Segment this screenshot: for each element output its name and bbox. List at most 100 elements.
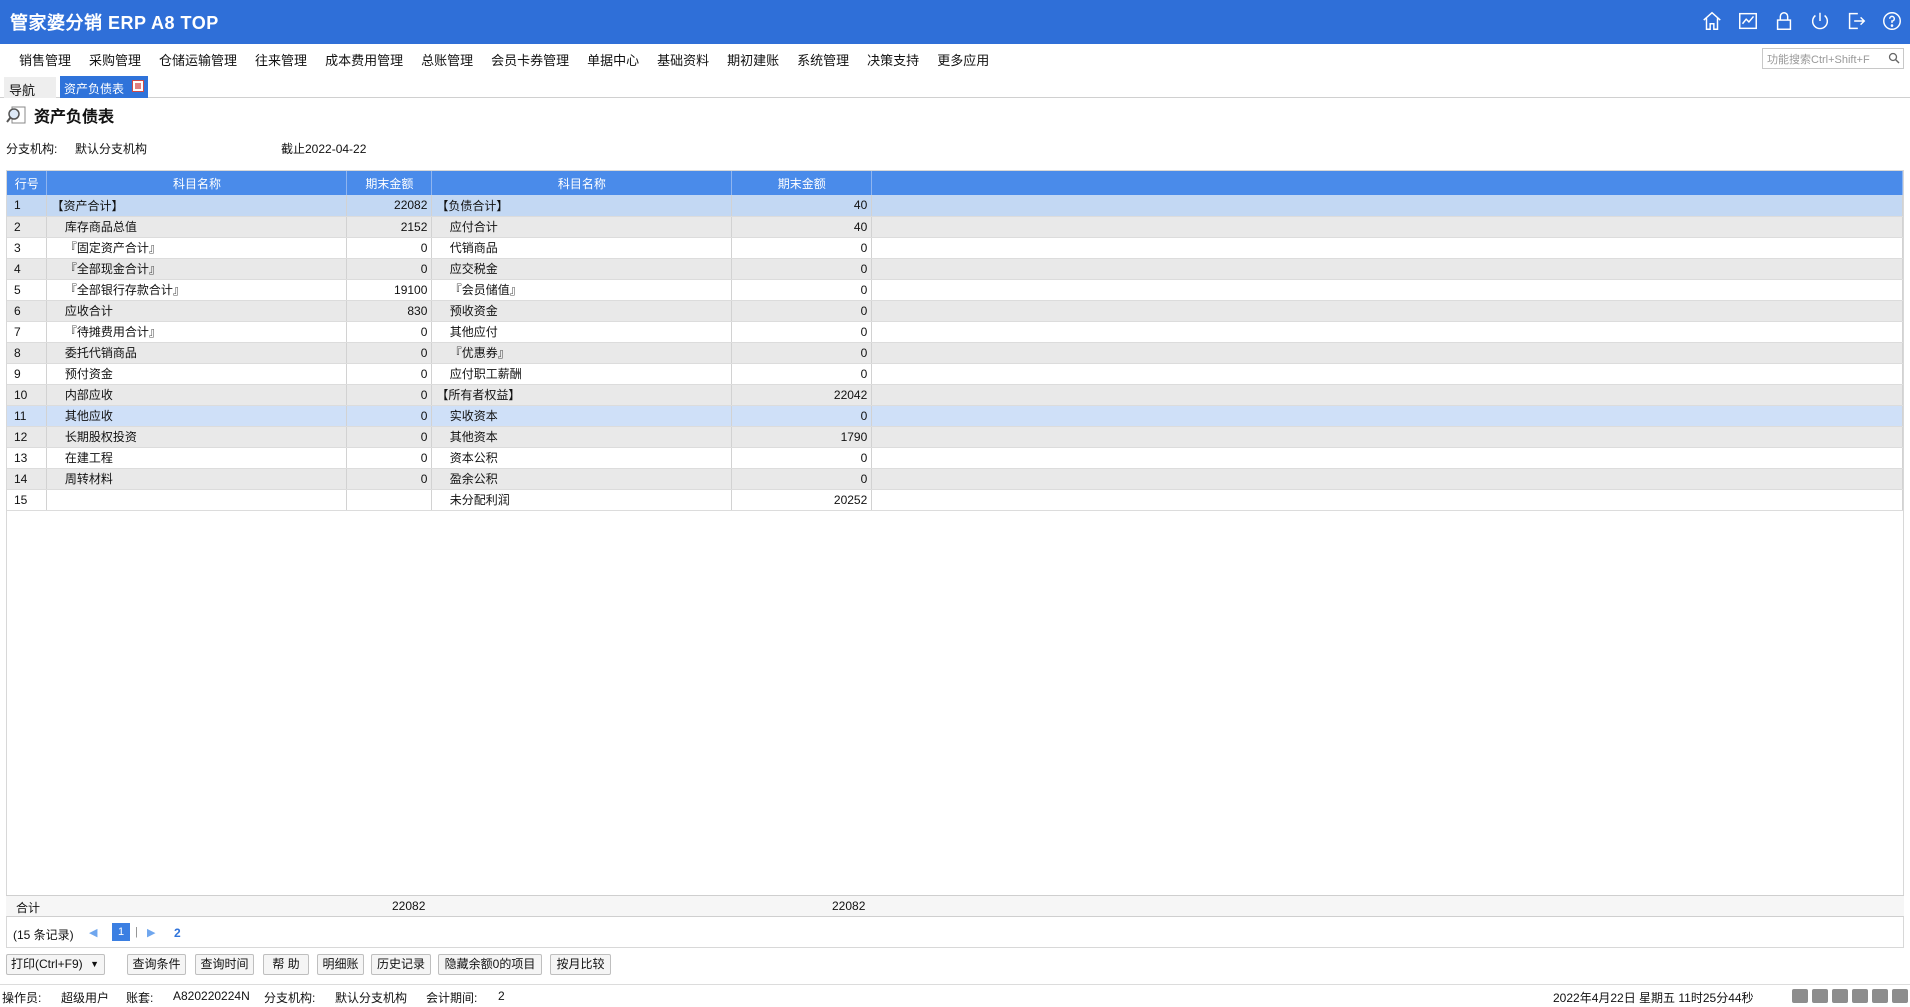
filler-cell [871, 321, 1903, 343]
filler-cell [871, 342, 1903, 364]
menu-item-sales[interactable]: 销售管理 [10, 50, 80, 69]
menu-item-system[interactable]: 系统管理 [788, 50, 858, 69]
filler-cell [871, 447, 1903, 469]
logout-icon[interactable] [1844, 9, 1868, 33]
liab-amount: 0 [731, 363, 873, 385]
menu-item-more[interactable]: 更多应用 [928, 50, 998, 69]
table-row[interactable]: 12 长期股权投资 0 其他资本 1790 [7, 426, 1903, 448]
bottom-toolbar: 打印(Ctrl+F9) ▼ 查询条件 查询时间 帮 助 明细账 历史记录 隐藏余… [0, 950, 1910, 978]
asset-amount: 0 [346, 342, 433, 364]
table-row[interactable]: 5 『全部银行存款合计』 19100 『会员储值』 0 [7, 279, 1903, 301]
col-header-rowno[interactable]: 行号 [7, 171, 48, 195]
table-row[interactable]: 9 预付资金 0 应付职工薪酬 0 [7, 363, 1903, 385]
menu-item-documents[interactable]: 单据中心 [578, 50, 648, 69]
table-row[interactable]: 4 『全部现金合计』 0 应交税金 0 [7, 258, 1903, 280]
col-header-asset-amount[interactable]: 期末金额 [346, 171, 433, 195]
liab-amount: 40 [731, 195, 873, 217]
filler-cell [871, 258, 1903, 280]
page-title: 资产负债表 [34, 109, 115, 126]
row-number: 10 [7, 384, 48, 406]
row-number: 5 [7, 279, 48, 301]
asset-name: 周转材料 [46, 468, 348, 490]
function-search-input[interactable]: 功能搜索Ctrl+Shift+F [1762, 48, 1904, 69]
help-icon[interactable] [1880, 9, 1904, 33]
home-small-icon[interactable] [1892, 989, 1908, 1003]
table-row[interactable]: 8 委托代销商品 0 『优惠券』 0 [7, 342, 1903, 364]
menu-item-purchase[interactable]: 采购管理 [80, 50, 150, 69]
menu-item-decision[interactable]: 决策支持 [858, 50, 928, 69]
chart-icon[interactable] [1736, 9, 1760, 33]
asset-amount: 2152 [346, 216, 433, 238]
current-page[interactable]: 1 [112, 923, 130, 941]
row-number: 3 [7, 237, 48, 259]
col-header-asset-name[interactable]: 科目名称 [46, 171, 348, 195]
menu-item-basic-data[interactable]: 基础资料 [648, 50, 718, 69]
asset-name: 其他应收 [46, 405, 348, 427]
next-page-icon[interactable]: ▶ [147, 926, 155, 939]
calendar-icon[interactable] [1812, 989, 1828, 1003]
balance-sheet-table: 行号 科目名称 期末金额 科目名称 期末金额 1 【资产合计】 22082 【负债合计… [7, 171, 1903, 511]
query-conditions-button[interactable]: 查询条件 [127, 954, 186, 975]
print-button-label: 打印(Ctrl+F9) [11, 957, 83, 971]
asset-name: 内部应收 [46, 384, 348, 406]
prev-page-icon[interactable]: ◀ [89, 926, 97, 939]
row-number: 13 [7, 447, 48, 469]
table-row[interactable]: 14 周转材料 0 盈余公积 0 [7, 468, 1903, 490]
monthly-compare-button[interactable]: 按月比较 [550, 954, 611, 975]
table-row[interactable]: 15 未分配利润 20252 [7, 489, 1903, 511]
table-row[interactable]: 7 『待摊费用合计』 0 其他应付 0 [7, 321, 1903, 343]
liab-name: 应付合计 [431, 216, 733, 238]
power-icon[interactable] [1808, 9, 1832, 33]
menu-item-warehouse[interactable]: 仓储运输管理 [150, 50, 246, 69]
menu-item-ledger[interactable]: 总账管理 [412, 50, 482, 69]
detail-ledger-button[interactable]: 明细账 [317, 954, 364, 975]
liab-name: 『优惠券』 [431, 342, 733, 364]
grid-icon[interactable] [1852, 989, 1868, 1003]
home-icon[interactable] [1700, 9, 1724, 33]
asset-name: 在建工程 [46, 447, 348, 469]
menu-item-opening[interactable]: 期初建账 [718, 50, 788, 69]
asset-amount: 830 [346, 300, 433, 322]
search-icon[interactable] [1888, 52, 1900, 64]
help-button[interactable]: 帮 助 [263, 954, 309, 975]
table-row[interactable]: 6 应收合计 830 预收资金 0 [7, 300, 1903, 322]
liab-name: 代销商品 [431, 237, 733, 259]
menu-item-accounts[interactable]: 往来管理 [246, 50, 316, 69]
table-row[interactable]: 11 其他应收 0 实收资本 0 [7, 405, 1903, 427]
liab-name: 预收资金 [431, 300, 733, 322]
total-asset-amount: 22082 [392, 899, 426, 913]
tab-balance-sheet[interactable]: 资产负债表 [60, 76, 148, 98]
filler-cell [871, 468, 1903, 490]
asset-amount: 22082 [346, 195, 433, 217]
asset-name: 预付资金 [46, 363, 348, 385]
liab-name: 应付职工薪酬 [431, 363, 733, 385]
liab-amount: 0 [731, 279, 873, 301]
row-number: 4 [7, 258, 48, 280]
col-header-liab-amount[interactable]: 期末金额 [731, 171, 873, 195]
table-row[interactable]: 13 在建工程 0 资本公积 0 [7, 447, 1903, 469]
message-icon[interactable] [1792, 989, 1808, 1003]
history-button[interactable]: 历史记录 [371, 954, 431, 975]
table-row[interactable]: 10 内部应收 0 【所有者权益】 22042 [7, 384, 1903, 406]
total-liab-amount: 22082 [832, 899, 866, 913]
lock-icon[interactable] [1772, 9, 1796, 33]
notes-icon[interactable] [1832, 989, 1848, 1003]
table-row[interactable]: 3 『固定资产合计』 0 代销商品 0 [7, 237, 1903, 259]
liab-name: 『会员储值』 [431, 279, 733, 301]
tab-navigation[interactable]: 导航 [4, 77, 56, 98]
close-icon[interactable] [132, 80, 144, 92]
apps-icon[interactable] [1872, 989, 1888, 1003]
print-button[interactable]: 打印(Ctrl+F9) ▼ [6, 954, 105, 975]
table-row[interactable]: 2 库存商品总值 2152 应付合计 40 [7, 216, 1903, 238]
menu-item-member[interactable]: 会员卡券管理 [482, 50, 578, 69]
filler-cell [871, 237, 1903, 259]
row-number: 14 [7, 468, 48, 490]
liab-name: 未分配利润 [431, 489, 733, 511]
hide-zero-items-button[interactable]: 隐藏余额0的项目 [438, 954, 542, 975]
query-time-button[interactable]: 查询时间 [195, 954, 254, 975]
col-header-liab-name[interactable]: 科目名称 [431, 171, 733, 195]
menu-item-cost[interactable]: 成本费用管理 [316, 50, 412, 69]
asset-name: 库存商品总值 [46, 216, 348, 238]
account-label: 账套: [126, 991, 154, 1005]
table-row[interactable]: 1 【资产合计】 22082 【负债合计】 40 [7, 195, 1903, 217]
